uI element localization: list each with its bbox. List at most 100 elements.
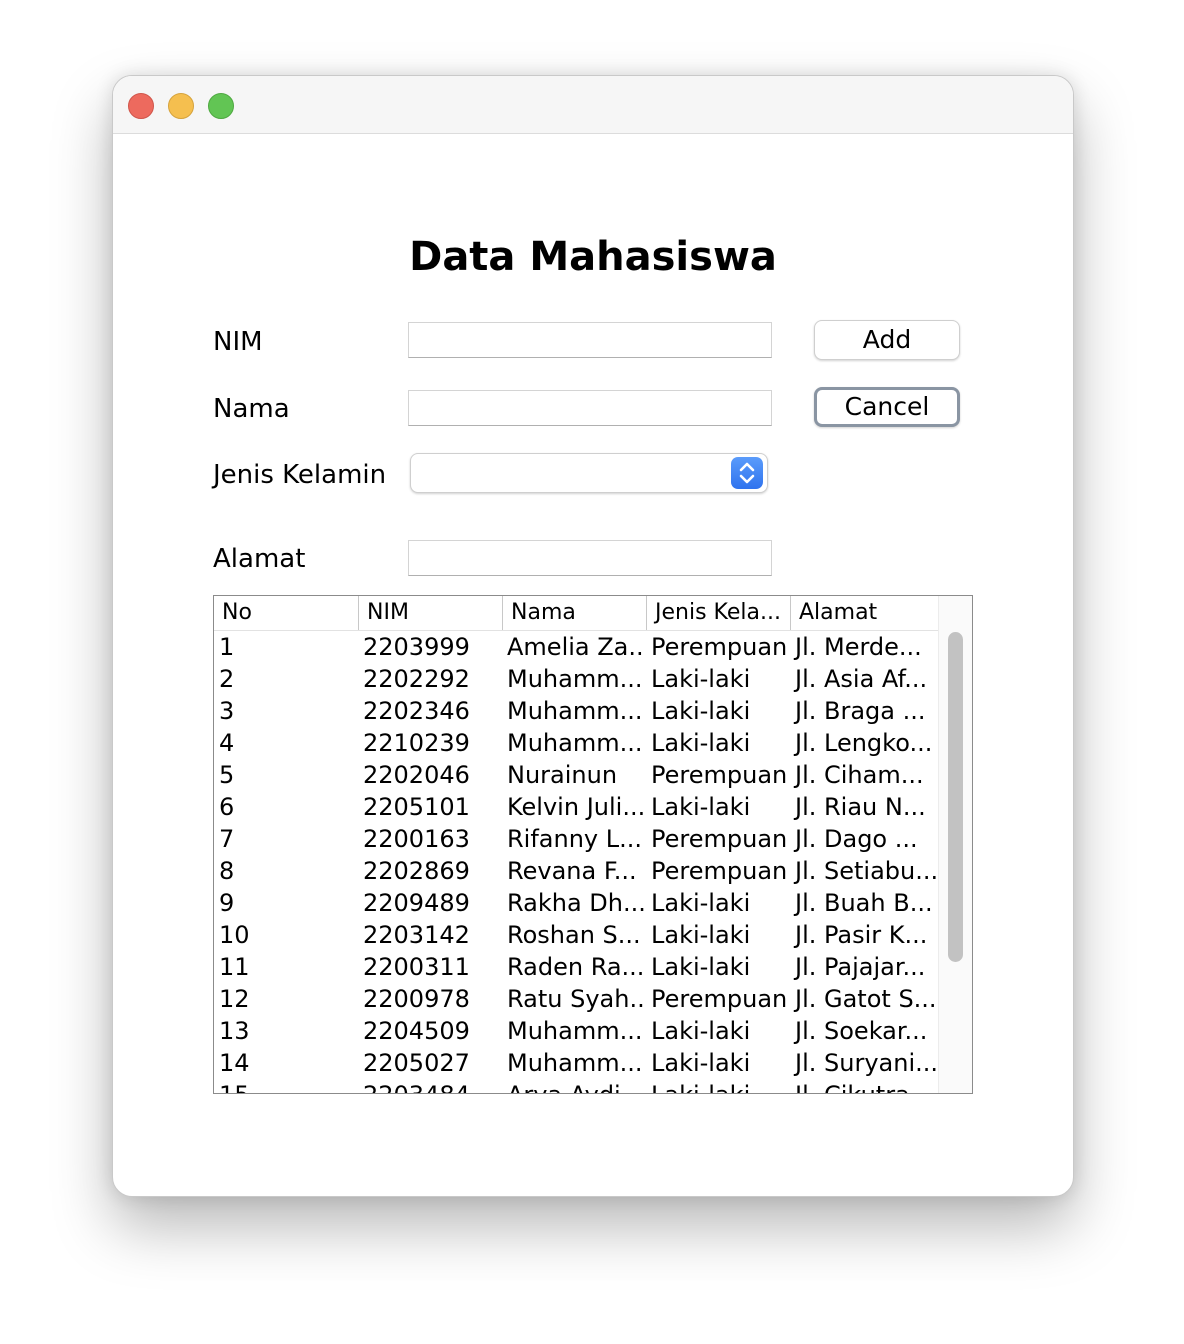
- table-cell: Revana F...: [507, 857, 637, 885]
- table-cell: Jl. Ciham...: [795, 761, 924, 789]
- table-cell: Muhamm...: [507, 729, 643, 757]
- table-cell: Laki-laki: [651, 953, 751, 981]
- table-cell: 14: [219, 1049, 250, 1077]
- mahasiswa-table[interactable]: No NIM Nama Jenis Kela... Alamat 1 220399…: [213, 595, 973, 1094]
- table-cell: Laki-laki: [651, 921, 751, 949]
- table-cell: Muhamm...: [507, 1017, 643, 1045]
- table-cell: 2202292: [363, 665, 470, 693]
- table-cell: Raden Ra...: [507, 953, 645, 981]
- table-cell: Laki-laki: [651, 1017, 751, 1045]
- jenis-kelamin-select[interactable]: [410, 453, 768, 493]
- table-row[interactable]: 7 2200163 Rifanny L... Perempuan Jl. Dago ..…: [214, 823, 938, 855]
- column-header-no[interactable]: No: [214, 596, 358, 630]
- chevron-up-down-icon[interactable]: [731, 457, 763, 489]
- table-cell: Jl. Braga ...: [795, 697, 926, 725]
- table-cell: Perempuan: [651, 761, 788, 789]
- nama-input[interactable]: [409, 391, 771, 425]
- table-cell: Jl. Soekar...: [795, 1017, 928, 1045]
- table-cell: Amelia Za...: [507, 633, 646, 661]
- table-cell: Laki-laki: [651, 793, 751, 821]
- table-row[interactable]: 10 2203142 Roshan S... Laki-laki Jl. Pasir K…: [214, 919, 938, 951]
- cancel-button[interactable]: Cancel: [814, 387, 960, 427]
- table-cell: Roshan S...: [507, 921, 641, 949]
- table-cell: 4: [219, 729, 235, 757]
- column-header-jenis-kelamin[interactable]: Jenis Kela...: [646, 596, 790, 630]
- table-cell: 15: [214, 1079, 358, 1093]
- maximize-window-button[interactable]: [208, 93, 234, 119]
- table-cell: 2205027: [363, 1049, 470, 1077]
- table-cell: Jl. Asia Af...: [795, 665, 928, 693]
- table-cell: 10: [219, 921, 250, 949]
- table-cell: 2203999: [363, 633, 470, 661]
- table-cell: 1: [219, 633, 235, 661]
- table-cell: 2202346: [363, 697, 470, 725]
- alamat-input[interactable]: [409, 541, 771, 575]
- table-cell: 5: [219, 761, 235, 789]
- nim-input[interactable]: [409, 323, 771, 357]
- table-row[interactable]: 1 2203999 Amelia Za... Perempuan Jl. Merde..…: [214, 631, 938, 663]
- table-cell: Arya Aydi...: [502, 1079, 646, 1093]
- table-row[interactable]: 2 2202292 Muhamm... Laki-laki Jl. Asia Af...: [214, 663, 938, 695]
- table-cell: 3: [219, 697, 235, 725]
- column-header-nim[interactable]: NIM: [358, 596, 502, 630]
- table-cell: Muhamm...: [507, 697, 643, 725]
- table-cell: Jl. Dago ...: [795, 825, 918, 853]
- column-header-alamat[interactable]: Alamat: [790, 596, 938, 630]
- table-cell: 2200163: [363, 825, 470, 853]
- table-cell: Laki-laki: [651, 889, 751, 917]
- table-cell: Jl. Merde...: [795, 633, 922, 661]
- table-cell: Jl. Riau N...: [795, 793, 926, 821]
- table-row[interactable]: 12 2200978 Ratu Syah... Perempuan Jl. Gatot …: [214, 983, 938, 1015]
- table-cell: Perempuan: [651, 633, 788, 661]
- nim-field[interactable]: [408, 322, 772, 358]
- nama-field[interactable]: [408, 390, 772, 426]
- table-row[interactable]: 152203484Arya Aydi...Laki-lakiJl. Cikutr…: [214, 1079, 938, 1093]
- table-row[interactable]: 11 2200311 Raden Ra... Laki-laki Jl. Pajajar…: [214, 951, 938, 983]
- table-cell: 7: [219, 825, 235, 853]
- table-header: No NIM Nama Jenis Kela... Alamat: [214, 596, 938, 631]
- table-cell: Jl. Suryani...: [795, 1049, 938, 1077]
- table-cell: 2205101: [363, 793, 470, 821]
- vertical-scrollbar[interactable]: [938, 596, 972, 1093]
- table-cell: 2204509: [363, 1017, 470, 1045]
- table-cell: Jl. Setiabu...: [795, 857, 938, 885]
- table-cell: 2202046: [363, 761, 470, 789]
- table-cell: Jl. Pasir K...: [795, 921, 928, 949]
- table-cell: Laki-laki: [646, 1079, 790, 1093]
- table-cell: Jl. Lengko...: [795, 729, 933, 757]
- table-cell: 2209489: [363, 889, 470, 917]
- table-cell: Perempuan: [651, 985, 788, 1013]
- scrollbar-thumb[interactable]: [948, 632, 963, 962]
- table-cell: 2203142: [363, 921, 470, 949]
- table-cell: 11: [219, 953, 250, 981]
- table-row[interactable]: 6 2205101 Kelvin Juli... Laki-laki Jl. Riau …: [214, 791, 938, 823]
- table-row[interactable]: 13 2204509 Muhamm... Laki-laki Jl. Soekar...: [214, 1015, 938, 1047]
- table-cell: Laki-laki: [651, 665, 751, 693]
- close-window-button[interactable]: [128, 93, 154, 119]
- table-cell: Jl. Gatot S...: [795, 985, 937, 1013]
- jenis-kelamin-label: Jenis Kelamin: [213, 460, 387, 490]
- table-cell: Perempuan: [651, 857, 788, 885]
- table-row[interactable]: 4 2210239 Muhamm... Laki-laki Jl. Lengko...: [214, 727, 938, 759]
- table-cell: Laki-laki: [651, 729, 751, 757]
- table-row[interactable]: 5 2202046 Nurainun Perempuan Jl. Ciham...: [214, 759, 938, 791]
- table-cell: Nurainun: [507, 761, 618, 789]
- table-cell: 6: [219, 793, 235, 821]
- alamat-field[interactable]: [408, 540, 772, 576]
- page-title: Data Mahasiswa: [409, 234, 777, 280]
- table-row[interactable]: 8 2202869 Revana F... Perempuan Jl. Setiabu.…: [214, 855, 938, 887]
- add-button[interactable]: Add: [814, 320, 960, 360]
- table-row[interactable]: 3 2202346 Muhamm... Laki-laki Jl. Braga ...: [214, 695, 938, 727]
- table-cell: Jl. Cikutra...: [790, 1079, 938, 1093]
- column-header-nama[interactable]: Nama: [502, 596, 646, 630]
- table-cell: 2: [219, 665, 235, 693]
- table-row[interactable]: 9 2209489 Rakha Dh... Laki-laki Jl. Buah B..…: [214, 887, 938, 919]
- table-cell: Rakha Dh...: [507, 889, 646, 917]
- table-cell: Muhamm...: [507, 1049, 643, 1077]
- minimize-window-button[interactable]: [168, 93, 194, 119]
- alamat-label: Alamat: [213, 544, 306, 574]
- table-cell: Jl. Pajajar...: [795, 953, 926, 981]
- table-cell: Kelvin Juli...: [507, 793, 646, 821]
- table-cell: 2200978: [363, 985, 470, 1013]
- table-row[interactable]: 14 2205027 Muhamm... Laki-laki Jl. Suryani..…: [214, 1047, 938, 1079]
